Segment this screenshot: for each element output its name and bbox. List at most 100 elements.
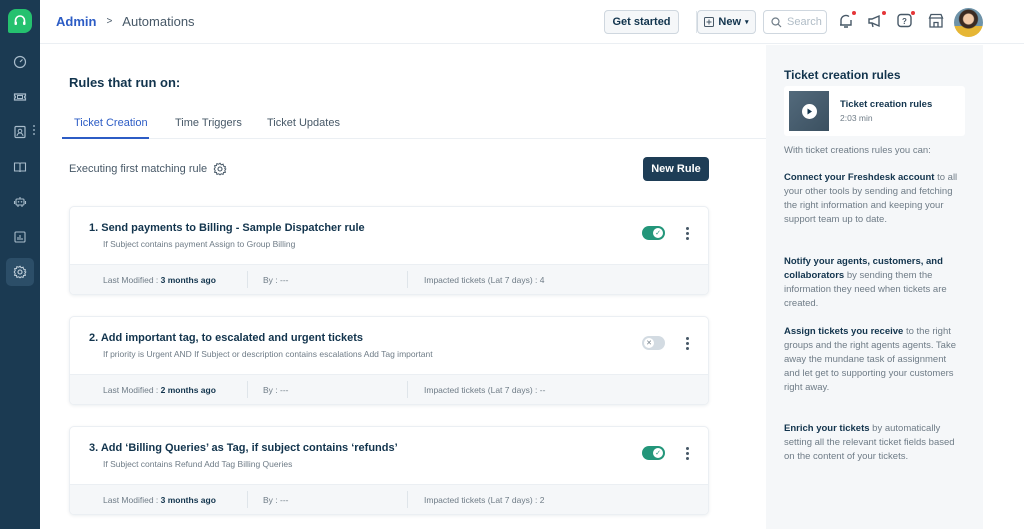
rule-description: If Subject contains Refund Add Tag Billi…	[103, 459, 293, 469]
analytics-icon	[14, 231, 26, 243]
video-title: Ticket creation rules	[840, 99, 933, 110]
impacted-tickets: Impacted tickets (Lat 7 days) : 4	[424, 275, 545, 285]
announcements-button[interactable]	[867, 11, 887, 32]
main-content: Rules that run on: Ticket Creation Time …	[40, 45, 766, 529]
rule-card[interactable]: 1. Send payments to Billing - Sample Dis…	[69, 206, 709, 295]
last-modified: Last Modified : 3 months ago	[103, 495, 216, 505]
search-icon	[771, 16, 782, 27]
footer-divider	[407, 381, 408, 398]
last-modified-value: 2 months ago	[160, 385, 216, 395]
more-options-icon[interactable]	[686, 227, 690, 242]
rule-name[interactable]: 3. Add ‘Billing Queries’ as Tag, if subj…	[89, 442, 398, 454]
rule-card[interactable]: 2. Add important tag, to escalated and u…	[69, 316, 709, 405]
modified-by: By : ---	[263, 495, 289, 505]
footer-divider	[247, 271, 248, 288]
execution-mode: Executing first matching rule	[69, 162, 227, 176]
get-started-label: Get started	[612, 16, 671, 28]
panel-intro: With ticket creations rules you can:	[784, 145, 931, 156]
footer-divider	[247, 491, 248, 508]
get-started-button[interactable]: Get started	[604, 10, 679, 34]
last-modified-label: Last Modified :	[103, 275, 161, 285]
panel-title: Ticket creation rules	[784, 68, 901, 82]
tab-ticket-creation[interactable]: Ticket Creation	[62, 117, 149, 139]
sidebar-item-analytics[interactable]	[6, 223, 34, 251]
breadcrumb: Admin > Automations	[56, 14, 195, 29]
store-icon	[928, 13, 944, 28]
benefit-paragraph: Enrich your tickets by automatically set…	[784, 422, 964, 464]
sidebar-item-dashboard[interactable]	[6, 48, 34, 76]
notifications-button[interactable]	[837, 11, 857, 32]
more-options-icon[interactable]	[686, 337, 690, 352]
user-avatar[interactable]	[954, 8, 983, 37]
last-modified: Last Modified : 2 months ago	[103, 385, 216, 395]
sidebar-item-contacts[interactable]	[6, 118, 34, 146]
video-thumbnail[interactable]	[789, 91, 829, 131]
page-title: Rules that run on:	[69, 75, 181, 90]
rule-footer: Last Modified : 2 months ago By : --- Im…	[70, 374, 708, 404]
rule-name[interactable]: 2. Add important tag, to escalated and u…	[89, 332, 363, 344]
ticket-icon	[13, 93, 27, 101]
announcement-badge	[882, 11, 886, 15]
chevron-down-icon: ▾	[745, 19, 749, 26]
footer-divider	[407, 271, 408, 288]
sidebar-item-social[interactable]	[6, 188, 34, 216]
headset-icon	[14, 15, 26, 25]
rule-name[interactable]: 1. Send payments to Billing - Sample Dis…	[89, 222, 365, 234]
x-icon: ✕	[644, 338, 654, 348]
benefit-heading: Assign tickets you receive	[784, 326, 904, 337]
video-card[interactable]: Ticket creation rules 2:03 min	[784, 86, 965, 136]
new-label: New	[718, 16, 742, 28]
help-panel: Ticket creation rules Ticket creation ru…	[766, 45, 983, 529]
rule-footer: Last Modified : 3 months ago By : --- Im…	[70, 264, 708, 294]
gear-icon	[13, 265, 27, 279]
breadcrumb-admin-link[interactable]: Admin	[56, 14, 96, 29]
freshdesk-logo[interactable]	[8, 9, 32, 33]
search-placeholder: Search	[787, 16, 822, 28]
modified-by: By : ---	[263, 275, 289, 285]
footer-divider	[247, 381, 248, 398]
play-icon[interactable]	[801, 103, 817, 119]
sidebar	[0, 0, 40, 529]
marketplace-button[interactable]	[927, 12, 947, 32]
benefit-heading: Connect your Freshdesk account	[784, 172, 935, 183]
rule-description: If priority is Urgent AND If Subject or …	[103, 349, 433, 359]
impacted-tickets: Impacted tickets (Lat 7 days) : --	[424, 385, 546, 395]
bot-icon	[13, 197, 27, 207]
benefit-paragraph: Notify your agents, customers, and colla…	[784, 255, 964, 311]
page-margin	[983, 45, 1024, 529]
rule-card[interactable]: 3. Add ‘Billing Queries’ as Tag, if subj…	[69, 426, 709, 515]
notification-badge	[852, 11, 856, 15]
last-modified-value: 3 months ago	[160, 495, 216, 505]
impacted-tickets: Impacted tickets (Lat 7 days) : 2	[424, 495, 545, 505]
help-button[interactable]: ?	[896, 11, 916, 32]
top-bar: Admin > Automations Get started New ▾ Se…	[40, 0, 1024, 44]
rule-enabled-toggle[interactable]: ✓	[642, 226, 665, 240]
sidebar-more-handle[interactable]	[33, 125, 36, 137]
check-icon: ✓	[653, 448, 663, 458]
sidebar-item-solutions[interactable]	[6, 153, 34, 181]
video-duration: 2:03 min	[840, 113, 873, 123]
breadcrumb-separator: >	[106, 16, 113, 27]
last-modified-label: Last Modified :	[103, 495, 161, 505]
svg-text:?: ?	[902, 17, 907, 26]
check-icon: ✓	[653, 228, 663, 238]
rule-type-tabs: Ticket Creation Time Triggers Ticket Upd…	[62, 117, 766, 139]
plus-box-icon	[704, 17, 715, 27]
benefit-paragraph: Connect your Freshdesk account to all yo…	[784, 171, 964, 227]
search-input[interactable]: Search	[763, 10, 827, 34]
new-rule-button[interactable]: New Rule	[643, 157, 709, 181]
rule-enabled-toggle[interactable]: ✕	[642, 336, 665, 350]
rule-enabled-toggle[interactable]: ✓	[642, 446, 665, 460]
sidebar-item-tickets[interactable]	[6, 83, 34, 111]
book-icon	[13, 162, 27, 173]
more-options-icon[interactable]	[686, 447, 690, 462]
rule-footer: Last Modified : 3 months ago By : --- Im…	[70, 484, 708, 514]
new-button[interactable]: New ▾	[697, 10, 756, 34]
tab-time-triggers[interactable]: Time Triggers	[175, 117, 242, 139]
sidebar-item-admin[interactable]	[6, 258, 34, 286]
tab-ticket-updates[interactable]: Ticket Updates	[267, 117, 340, 139]
execution-mode-label: Executing first matching rule	[69, 163, 208, 175]
modified-by: By : ---	[263, 385, 289, 395]
gear-icon[interactable]	[213, 162, 227, 176]
footer-divider	[407, 491, 408, 508]
